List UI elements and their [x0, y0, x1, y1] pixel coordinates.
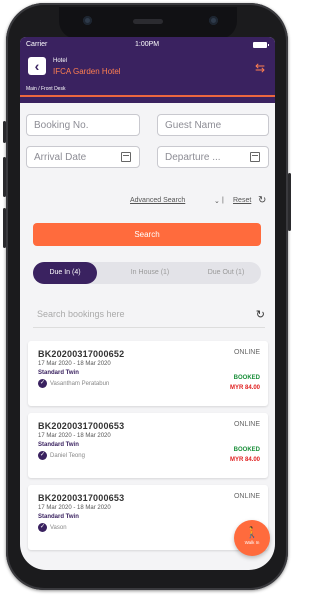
volume-down-button — [3, 208, 6, 248]
header-divider — [20, 95, 275, 97]
arrival-date-label: Arrival Date — [34, 152, 87, 163]
camera-icon — [83, 16, 92, 25]
departure-date-label: Departure ... — [165, 152, 221, 163]
search-button[interactable]: Search — [33, 223, 261, 246]
status-badge: BOOKED — [233, 375, 260, 381]
app-screen: Carrier 1:00PM ‹ Hotel IFCA Garden Hotel… — [20, 37, 275, 570]
status-badge: BOOKED — [233, 447, 260, 453]
swap-icon[interactable]: ⇆ — [255, 61, 265, 75]
tab-due-in[interactable]: Due In (4) — [33, 262, 97, 284]
booking-no-field[interactable]: Booking No. — [26, 114, 140, 136]
booking-tabs: Due In (4) In House (1) Due Out (1) — [33, 262, 261, 284]
arrival-date-field[interactable]: Arrival Date — [26, 146, 140, 168]
hotel-name[interactable]: IFCA Garden Hotel — [53, 67, 121, 76]
guest-name-field[interactable]: Guest Name — [157, 114, 269, 136]
tab-in-house[interactable]: In House (1) — [115, 262, 185, 284]
chevron-left-icon: ‹ — [34, 58, 40, 74]
breadcrumb: Main / Front Desk — [26, 86, 66, 92]
phone-notch — [59, 7, 237, 39]
room-type: Standard Twin — [38, 442, 79, 448]
booking-card[interactable]: BK20200317000653 ONLINE 17 Mar 2020 - 18… — [28, 413, 268, 478]
calendar-icon[interactable] — [250, 152, 260, 162]
booking-channel: ONLINE — [233, 493, 260, 500]
booking-dates: 17 Mar 2020 - 18 Mar 2020 — [38, 505, 111, 511]
advanced-search-link[interactable]: Advanced Search — [130, 197, 185, 204]
app-header: Carrier 1:00PM ‹ Hotel IFCA Garden Hotel… — [20, 37, 275, 103]
room-type: Standard Twin — [38, 514, 79, 520]
guest-row: ✓ Vasantham Peratabun — [38, 379, 109, 388]
refresh-icon[interactable]: ↻ — [256, 308, 265, 321]
booking-amount: MYR 84.00 — [229, 457, 260, 463]
booking-search-input[interactable]: Search bookings here — [37, 309, 125, 319]
room-type: Standard Twin — [38, 370, 79, 376]
booking-card[interactable]: BK20200317000652 ONLINE 17 Mar 2020 - 18… — [28, 341, 268, 406]
tab-due-out[interactable]: Due Out (1) — [193, 262, 259, 284]
separator: | — [222, 197, 224, 204]
check-circle-icon: ✓ — [38, 523, 47, 532]
guest-row: ✓ Daniel Teong — [38, 451, 85, 460]
booking-dates: 17 Mar 2020 - 18 Mar 2020 — [38, 433, 111, 439]
walk-in-label: Walk In — [244, 540, 260, 545]
back-button[interactable]: ‹ — [28, 57, 46, 75]
mute-switch — [3, 121, 6, 143]
clock: 1:00PM — [135, 41, 160, 48]
walking-person-icon: 🚶 — [245, 527, 259, 539]
booking-card[interactable]: BK20200317000653 ONLINE 17 Mar 2020 - 18… — [28, 485, 268, 550]
carrier-label: Carrier — [26, 41, 48, 48]
chevron-down-icon[interactable]: ⌄ — [214, 197, 220, 205]
booking-channel: ONLINE — [233, 421, 260, 428]
volume-up-button — [3, 157, 6, 197]
power-button — [288, 173, 291, 231]
booking-id: BK20200317000653 — [38, 421, 125, 431]
booking-id: BK20200317000653 — [38, 493, 125, 503]
speaker-grill — [133, 19, 163, 24]
check-circle-icon: ✓ — [38, 451, 47, 460]
calendar-icon[interactable] — [121, 152, 131, 162]
guest-name: Vason — [50, 525, 67, 532]
phone-frame: Carrier 1:00PM ‹ Hotel IFCA Garden Hotel… — [3, 3, 291, 590]
status-bar: Carrier 1:00PM — [20, 37, 275, 53]
sensor-icon — [209, 16, 218, 25]
guest-name: Daniel Teong — [50, 453, 85, 460]
check-circle-icon: ✓ — [38, 379, 47, 388]
departure-date-field[interactable]: Departure ... — [157, 146, 269, 168]
booking-search-bar[interactable]: Search bookings here ↻ — [33, 305, 265, 328]
header-subtitle: Hotel — [53, 58, 68, 64]
booking-dates: 17 Mar 2020 - 18 Mar 2020 — [38, 361, 111, 367]
battery-icon — [253, 42, 269, 48]
booking-amount: MYR 84.00 — [229, 385, 260, 391]
reset-link[interactable]: Reset — [233, 197, 251, 204]
guest-row: ✓ Vason — [38, 523, 67, 532]
guest-name: Vasantham Peratabun — [50, 381, 110, 388]
refresh-icon[interactable]: ↻ — [258, 195, 266, 206]
walk-in-button[interactable]: 🚶 Walk In — [234, 520, 270, 556]
booking-id: BK20200317000652 — [38, 349, 125, 359]
booking-channel: ONLINE — [233, 349, 260, 356]
